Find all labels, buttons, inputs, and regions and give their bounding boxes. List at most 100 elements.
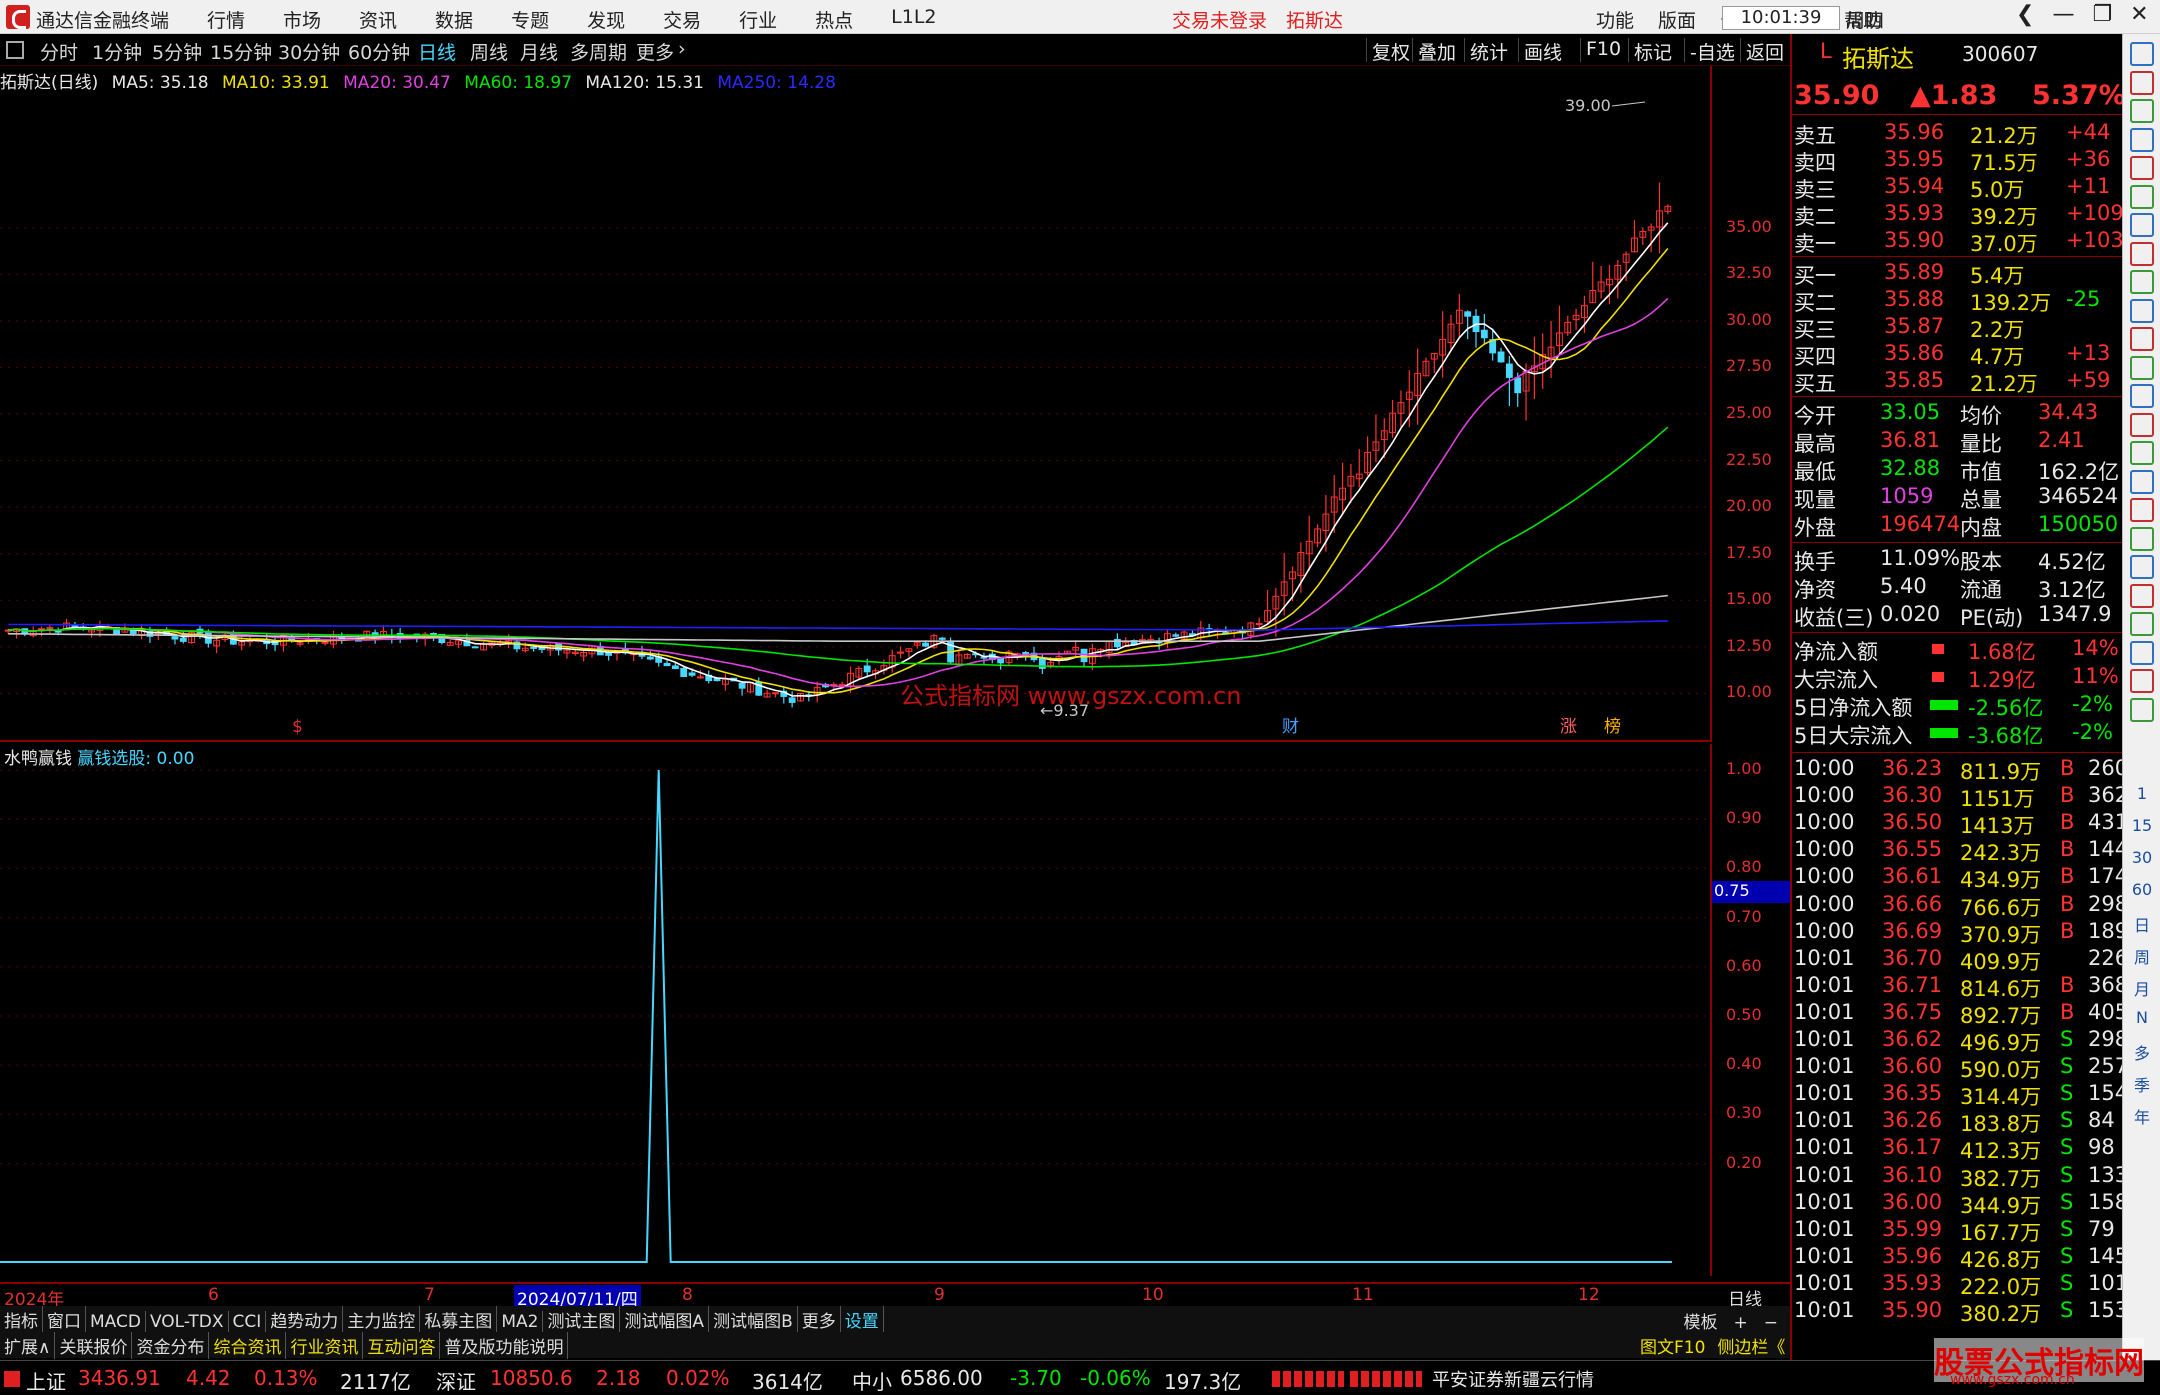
sidebar-tool-icon[interactable] <box>2130 583 2154 608</box>
period-tab[interactable]: 5分钟 <box>152 38 202 65</box>
sidebar-tool-icon[interactable] <box>2130 298 2154 323</box>
menu-item[interactable]: 资讯 <box>359 6 397 33</box>
restore-icon[interactable]: ❐ <box>2092 2 2112 27</box>
panel-switch[interactable]: 侧边栏《 <box>1713 1332 1789 1359</box>
indicator-chart[interactable] <box>0 744 1710 1276</box>
sidebar-tool-icon[interactable] <box>2130 241 2154 266</box>
sidebar-tool-icon[interactable] <box>2130 213 2154 237</box>
sidebar-tool-icon[interactable] <box>2130 640 2154 665</box>
sidebar-tool-icon[interactable] <box>2130 469 2154 494</box>
period-tab[interactable]: 30分钟 <box>278 38 340 65</box>
info-tab[interactable]: 扩展∧ <box>0 1332 56 1359</box>
indicator-tab[interactable]: 测试幅图A <box>620 1306 710 1333</box>
sidebar-period-label[interactable]: 60 <box>2123 880 2160 899</box>
period-tab[interactable]: 多周期 <box>570 38 627 65</box>
period-tab[interactable]: 日线 <box>418 38 456 65</box>
panel-switch[interactable]: 图文F10 <box>1636 1332 1709 1359</box>
sidebar-tool-icon[interactable] <box>2130 99 2154 123</box>
sidebar-tool-icon[interactable] <box>2130 270 2154 294</box>
sidebar-tool-icon[interactable] <box>2130 526 2154 551</box>
sidebar-tool-icon[interactable] <box>2130 327 2154 351</box>
right-menu-item[interactable]: 功能 <box>1596 6 1634 33</box>
sidebar-tool-icon[interactable] <box>2130 70 2154 95</box>
sidebar-tool-icon[interactable] <box>2130 384 2154 408</box>
template-control[interactable]: 模板 <box>1680 1307 1722 1334</box>
info-tab[interactable]: 互动问答 <box>363 1332 441 1359</box>
sidebar-tool-icon[interactable] <box>2130 42 2154 66</box>
indicator-tab[interactable]: 趋势动力 <box>266 1306 344 1333</box>
menu-item[interactable]: 专题 <box>511 6 549 33</box>
sidebar-tool-icon[interactable] <box>2130 355 2154 380</box>
sidebar-period-label[interactable]: 15 <box>2123 816 2160 835</box>
period-tab[interactable]: 1分钟 <box>92 38 142 65</box>
info-tab[interactable]: 行业资讯 <box>286 1332 364 1359</box>
panel-toggle-icon[interactable] <box>6 41 24 59</box>
chart-tool-button[interactable]: 标记 <box>1634 38 1672 65</box>
chevron-right-icon[interactable]: › <box>678 38 686 60</box>
sidebar-period-label[interactable]: 多 <box>2123 1040 2160 1064</box>
indicator-tab[interactable]: CCI <box>229 1311 267 1333</box>
sidebar-tool-icon[interactable] <box>2130 555 2154 579</box>
indicator-tab[interactable]: VOL-TDX <box>146 1311 229 1333</box>
sidebar-period-label[interactable]: 周 <box>2123 944 2160 968</box>
sidebar-tool-icon[interactable] <box>2130 441 2154 465</box>
chart-tool-button[interactable]: -自选 <box>1690 38 1735 65</box>
info-tab[interactable]: 资金分布 <box>132 1332 210 1359</box>
back-icon[interactable]: ❮ <box>2016 2 2034 27</box>
sidebar-period-label[interactable]: 30 <box>2123 848 2160 867</box>
indicator-tab[interactable]: 测试幅图B <box>709 1306 798 1333</box>
period-tab[interactable]: 更多 <box>636 38 674 65</box>
info-tab[interactable]: 关联报价 <box>55 1332 133 1359</box>
indicator-tab[interactable]: 主力监控 <box>343 1306 421 1333</box>
sidebar-period-label[interactable]: 日 <box>2123 912 2160 936</box>
menu-item[interactable]: L1L2 <box>891 6 936 33</box>
sidebar-period-label[interactable]: 年 <box>2123 1104 2160 1128</box>
period-tab[interactable]: 月线 <box>520 38 558 65</box>
menu-item[interactable]: 交易 <box>663 6 701 33</box>
period-tab[interactable]: 周线 <box>470 38 508 65</box>
sidebar-tool-icon[interactable] <box>2130 184 2154 209</box>
indicator-tab[interactable]: 更多 <box>798 1306 841 1333</box>
sidebar-tool-icon[interactable] <box>2130 612 2154 636</box>
chart-tool-button[interactable]: 叠加 <box>1418 38 1456 65</box>
indicator-tab[interactable]: 测试主图 <box>543 1306 621 1333</box>
menu-item[interactable]: 热点 <box>815 6 853 33</box>
sidebar-tool-icon[interactable] <box>2130 156 2154 180</box>
sidebar-tool-icon[interactable] <box>2130 697 2154 722</box>
indicator-tab[interactable]: MA2 <box>497 1311 544 1333</box>
sidebar-tool-icon[interactable] <box>2130 498 2154 522</box>
menu-item[interactable]: 行业 <box>739 6 777 33</box>
login-status[interactable]: 交易未登录 拓斯达 <box>1172 6 1343 33</box>
indicator-tab[interactable]: 私募主图 <box>420 1306 498 1333</box>
sidebar-period-label[interactable]: 月 <box>2123 976 2160 1000</box>
template-control[interactable]: − <box>1760 1312 1782 1334</box>
chart-tool-button[interactable]: 复权 <box>1372 38 1410 65</box>
menu-item[interactable]: 市场 <box>283 6 321 33</box>
menu-item[interactable]: 发现 <box>587 6 625 33</box>
period-tab[interactable]: 15分钟 <box>210 38 272 65</box>
info-tab[interactable]: 普及版功能说明 <box>440 1332 569 1359</box>
sidebar-tool-icon[interactable] <box>2130 669 2154 693</box>
indicator-tab[interactable]: 设置 <box>841 1306 884 1333</box>
sidebar-period-label[interactable]: 1 <box>2123 784 2160 803</box>
template-control[interactable]: + <box>1730 1312 1752 1334</box>
close-icon[interactable]: ✕ <box>2130 2 2148 27</box>
chart-tool-button[interactable]: 画线 <box>1524 38 1562 65</box>
sidebar-period-label[interactable]: N <box>2123 1008 2160 1027</box>
chart-tool-button[interactable]: F10 <box>1586 38 1621 60</box>
sidebar-tool-icon[interactable] <box>2130 412 2154 437</box>
period-tab[interactable]: 60分钟 <box>348 38 410 65</box>
minimize-icon[interactable]: — <box>2052 2 2074 27</box>
candlestick-chart[interactable]: 39.00←9.37公式指标网 www.gszx.com.cn$ 财涨榜 <box>0 66 1710 742</box>
menu-item[interactable]: 数据 <box>435 6 473 33</box>
chart-tool-button[interactable]: 统计 <box>1470 38 1508 65</box>
right-menu-item[interactable]: 版面 <box>1658 6 1696 33</box>
indicator-tab[interactable]: MACD <box>86 1311 146 1333</box>
indicator-tab[interactable]: 指标 <box>0 1306 43 1333</box>
sidebar-tool-icon[interactable] <box>2130 127 2154 152</box>
sidebar-period-label[interactable]: 季 <box>2123 1072 2160 1096</box>
indicator-tab[interactable]: 窗口 <box>43 1306 86 1333</box>
chart-tool-button[interactable]: 返回 <box>1746 38 1784 65</box>
info-tab[interactable]: 综合资讯 <box>209 1332 287 1359</box>
menu-item[interactable]: 行情 <box>207 6 245 33</box>
